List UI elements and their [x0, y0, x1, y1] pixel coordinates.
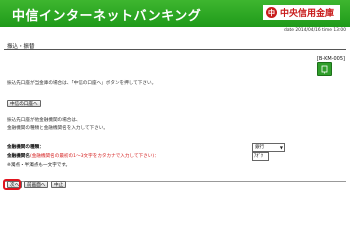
bank-type-label: 金融機関の種類：: [7, 145, 44, 150]
footnote: ※濁点・半濁点も一文字です。: [7, 163, 71, 168]
app-title: 中信インターネットバンキング: [12, 9, 202, 24]
help-button[interactable]: [317, 62, 332, 76]
bank-name-label: 金融機関名: [7, 154, 30, 159]
title-divider: [4, 49, 346, 50]
intro-text: 振込先口座が当金庫の場合は、「中信の口座へ」ボタンを押して下さい。: [7, 81, 157, 86]
other-bank-text-1: 振込先口座が他金融機関の場合は、: [7, 118, 81, 123]
bank-type-select[interactable]: 銀行 ▼: [252, 143, 285, 152]
app-header: 中信インターネットバンキング 中 中央信用金庫: [0, 0, 350, 27]
help-icon: [321, 65, 328, 73]
date-time-line: date 2014/04/16 time 13:00: [284, 28, 346, 33]
other-bank-text-2: 金融機関の種類と金融機関名を入力して下さい。: [7, 126, 108, 131]
bank-name-note: (金融機関名の最初の1～3文字をカタカナで入力して下さい)：: [29, 154, 159, 159]
bank-name-input[interactable]: ｱｵﾞｸ: [252, 152, 269, 161]
bank-mark-icon: 中: [265, 7, 277, 18]
bank-type-value: 銀行: [255, 145, 265, 150]
bank-name: 中央信用金庫: [279, 9, 334, 19]
bank-type-row: 金融機関の種類：: [7, 144, 44, 150]
chevron-down-icon: ▼: [279, 145, 283, 150]
cancel-button[interactable]: 中止: [51, 181, 67, 188]
chushin-account-button[interactable]: 中信の口座へ: [7, 100, 41, 107]
bank-logo: 中 中央信用金庫: [262, 5, 340, 20]
bank-name-row: 金融機関名(金融機関名の最初の1～3文字をカタカナで入力して下さい)：: [7, 153, 159, 159]
next-button-highlight: [3, 179, 21, 190]
back-button[interactable]: 前画面へ: [24, 181, 49, 188]
